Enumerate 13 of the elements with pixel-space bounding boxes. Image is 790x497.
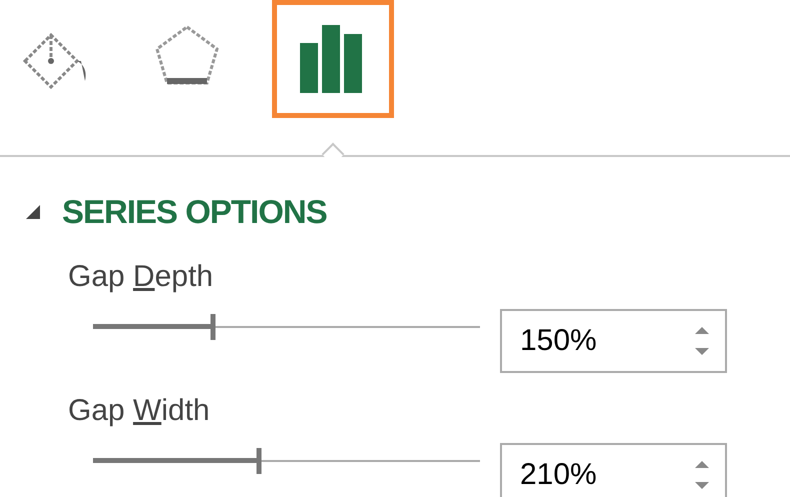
spinner-field[interactable]: 150% <box>500 308 727 372</box>
collapse-icon[interactable] <box>26 204 40 219</box>
down-arrow-icon[interactable] <box>695 348 709 354</box>
up-arrow-icon[interactable] <box>695 460 709 468</box>
slider[interactable] <box>93 314 480 340</box>
section-title: SERIES OPTIONS <box>62 192 327 232</box>
option-label: Gap Depth <box>68 258 214 294</box>
up-arrow-icon[interactable] <box>695 326 709 334</box>
slider[interactable] <box>93 448 480 474</box>
down-arrow-icon[interactable] <box>695 482 709 488</box>
option-label: Gap Width <box>68 392 210 428</box>
spinner-field[interactable]: 210% <box>500 442 727 497</box>
format-tab[interactable] <box>272 0 394 118</box>
